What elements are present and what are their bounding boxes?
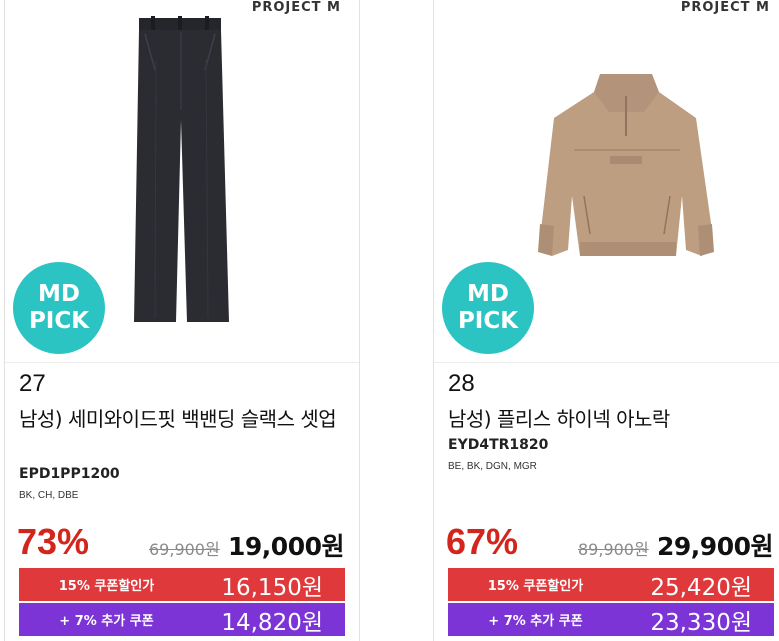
coupon-price: 16,150원 bbox=[221, 574, 323, 601]
product-name[interactable]: 남성) 세미와이드핏 백밴딩 슬랙스 셋업 bbox=[19, 404, 354, 434]
coupon-label: 15% 쿠폰할인가 bbox=[487, 579, 584, 594]
discount-rate: 67% bbox=[446, 521, 519, 562]
md-pick-badge: MD PICK bbox=[13, 262, 105, 354]
brand-label: PROJECT M bbox=[680, 0, 770, 15]
md-pick-badge: MD PICK bbox=[442, 262, 534, 354]
extra-coupon-price: 23,330원 bbox=[650, 609, 752, 636]
product-image[interactable]: PROJECT M MD PICK bbox=[5, 0, 359, 363]
product-name[interactable]: 남성) 플리스 하이넥 아노락 bbox=[448, 404, 779, 434]
sale-price: 29,900원 bbox=[657, 532, 773, 561]
color-options: BE, BK, DGN, MGR bbox=[448, 461, 537, 472]
brand-label: PROJECT M bbox=[251, 0, 341, 15]
product-code: EYD4TR1820 bbox=[448, 437, 549, 453]
product-card[interactable]: PROJECT M MD PICK 27 남성) 세미와이드핏 백밴딩 슬랙스 … bbox=[4, 0, 360, 641]
color-options: BK, CH, DBE bbox=[19, 490, 79, 501]
coupon-price: 25,420원 bbox=[650, 574, 752, 601]
extra-coupon-bar[interactable]: + 7% 추가 쿠폰 14,820원 bbox=[19, 603, 345, 636]
sale-price: 19,000원 bbox=[228, 532, 344, 561]
extra-coupon-price: 14,820원 bbox=[221, 609, 323, 636]
product-code: EPD1PP1200 bbox=[19, 466, 120, 482]
discount-rate: 73% bbox=[17, 521, 90, 562]
extra-coupon-label: + 7% 추가 쿠폰 bbox=[59, 614, 154, 629]
coupon-price-bar[interactable]: 15% 쿠폰할인가 16,150원 bbox=[19, 568, 345, 601]
product-card[interactable]: PROJECT M MD PICK 28 남성) 플리스 하이넥 아노락 EYD… bbox=[433, 0, 779, 641]
rank-number: 28 bbox=[448, 370, 475, 397]
coupon-price-bar[interactable]: 15% 쿠폰할인가 25,420원 bbox=[448, 568, 774, 601]
original-price: 69,900원 bbox=[149, 540, 220, 559]
extra-coupon-label: + 7% 추가 쿠폰 bbox=[488, 614, 583, 629]
extra-coupon-bar[interactable]: + 7% 추가 쿠폰 23,330원 bbox=[448, 603, 774, 636]
original-price: 89,900원 bbox=[578, 540, 649, 559]
product-image[interactable]: PROJECT M MD PICK bbox=[434, 0, 779, 363]
coupon-label: 15% 쿠폰할인가 bbox=[58, 579, 155, 594]
rank-number: 27 bbox=[19, 370, 46, 397]
